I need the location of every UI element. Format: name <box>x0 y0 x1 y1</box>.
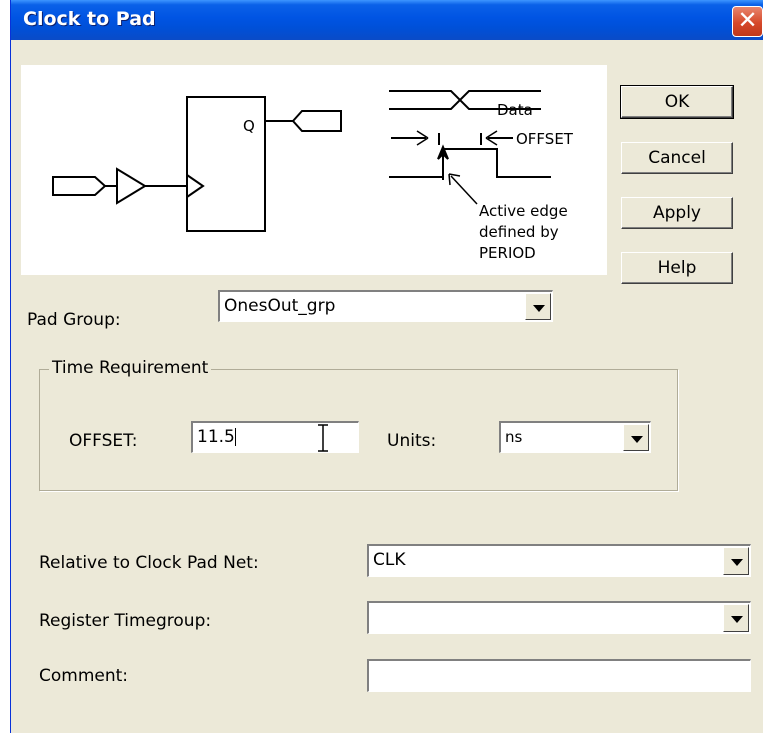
relative-clock-dropdown-button[interactable] <box>723 547 749 575</box>
timing-diagram: Q Data OFFSET Active edge defined by PER… <box>21 65 607 275</box>
units-dropdown-button[interactable] <box>623 424 649 451</box>
register-timegroup-dropdown-button[interactable] <box>723 604 749 632</box>
active-edge-text-2: defined by <box>479 223 559 241</box>
close-icon: ✕ <box>737 6 758 34</box>
register-timegroup-dropdown[interactable] <box>367 601 751 634</box>
units-label: Units: <box>387 431 437 451</box>
q-output-label: Q <box>243 117 255 135</box>
offset-input[interactable]: 11.5 <box>191 421 359 453</box>
help-button-label: Help <box>657 258 697 278</box>
ok-button[interactable]: OK <box>620 85 734 119</box>
units-value: ns <box>505 428 523 446</box>
time-requirement-label: Time Requirement <box>49 358 212 378</box>
ok-button-label: OK <box>664 92 690 112</box>
active-edge-arrow <box>437 144 449 180</box>
chevron-down-icon <box>631 436 643 443</box>
window-title: Clock to Pad <box>23 8 156 30</box>
offset-value: 11.5 <box>197 427 235 447</box>
active-edge-text-3: PERIOD <box>479 244 536 262</box>
input-pad-shape <box>52 176 107 196</box>
relative-clock-dropdown[interactable]: CLK <box>367 544 751 577</box>
offset-diagram-label: OFFSET <box>516 130 574 148</box>
output-pad-shape <box>291 110 342 132</box>
relative-clock-value: CLK <box>373 550 406 570</box>
apply-button[interactable]: Apply <box>621 197 733 229</box>
pad-group-value: OnesOut_grp <box>224 296 336 316</box>
register-timegroup-label: Register Timegroup: <box>39 611 212 631</box>
help-button[interactable]: Help <box>621 252 733 284</box>
active-edge-text-1: Active edge <box>479 202 568 220</box>
comment-label: Comment: <box>39 666 129 686</box>
pad-group-dropdown-button[interactable] <box>525 293 551 320</box>
apply-button-label: Apply <box>653 203 701 223</box>
comment-input[interactable] <box>367 659 751 692</box>
clock-triangle <box>186 174 205 198</box>
text-caret <box>234 428 236 446</box>
title-bar[interactable]: Clock to Pad ✕ <box>11 0 763 40</box>
cancel-button[interactable]: Cancel <box>621 142 733 174</box>
chevron-down-icon <box>731 616 743 623</box>
pad-group-label: Pad Group: <box>27 310 121 330</box>
data-label: Data <box>497 101 533 119</box>
dialog-window: Clock to Pad ✕ Q Data OFFSET Active edge… <box>10 0 763 733</box>
units-dropdown[interactable]: ns <box>499 421 651 453</box>
clock-waveform <box>389 148 551 178</box>
text-cursor-icon <box>318 424 328 452</box>
relative-clock-label: Relative to Clock Pad Net: <box>39 553 259 573</box>
close-button[interactable]: ✕ <box>732 6 763 37</box>
chevron-down-icon <box>731 559 743 566</box>
chevron-down-icon <box>533 305 545 312</box>
pad-group-dropdown[interactable]: OnesOut_grp <box>218 290 553 322</box>
cancel-button-label: Cancel <box>648 148 706 168</box>
buffer-shape <box>116 167 147 205</box>
offset-label: OFFSET: <box>69 431 138 451</box>
